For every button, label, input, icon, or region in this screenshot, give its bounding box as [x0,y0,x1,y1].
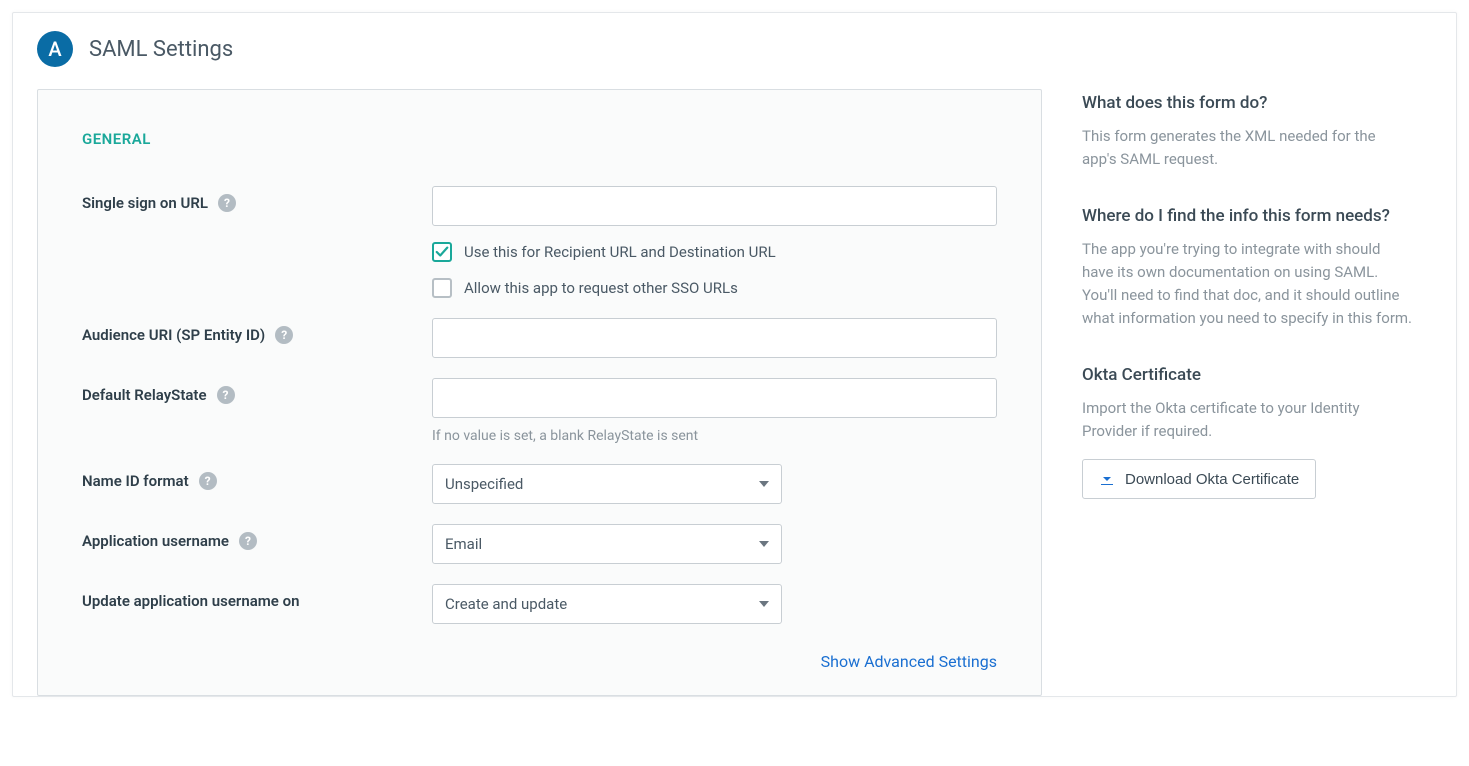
side-title-what: What does this form do? [1082,93,1412,113]
section-heading-general: GENERAL [82,130,997,148]
sidebar: What does this form do? This form genera… [1082,89,1432,533]
content: GENERAL Single sign on URL ? Use this fo… [13,89,1456,696]
side-block-what: What does this form do? This form genera… [1082,93,1412,172]
help-icon[interactable]: ? [218,194,236,212]
download-icon [1099,471,1115,487]
page-header: A SAML Settings [13,13,1456,89]
row-update-username-on: Update application username on Create an… [82,584,997,624]
row-audience-uri: Audience URI (SP Entity ID) ? [82,318,997,358]
advanced-link-row: Show Advanced Settings [82,652,997,671]
side-block-cert: Okta Certificate Import the Okta certifi… [1082,365,1412,500]
side-text-cert: Import the Okta certificate to your Iden… [1082,397,1412,444]
side-text-where: The app you're trying to integrate with … [1082,238,1412,331]
select-app-username[interactable]: Email [432,524,782,564]
select-value-name-id: Unspecified [445,475,523,493]
show-advanced-settings-link[interactable]: Show Advanced Settings [821,652,997,671]
label-app-username: Application username [82,532,229,550]
input-audience-uri[interactable] [432,318,997,358]
side-text-what: This form generates the XML needed for t… [1082,125,1412,172]
label-name-id-format: Name ID format [82,472,189,490]
help-icon[interactable]: ? [199,472,217,490]
select-name-id-format[interactable]: Unspecified [432,464,782,504]
caret-down-icon [759,481,769,487]
checkbox-row-other-sso: Allow this app to request other SSO URLs [432,278,997,298]
help-icon[interactable]: ? [239,532,257,550]
hint-relay-state: If no value is set, a blank RelayState i… [432,428,997,444]
caret-down-icon [759,541,769,547]
page-title: SAML Settings [89,37,233,62]
help-icon[interactable]: ? [217,386,235,404]
input-sso-url[interactable] [432,186,997,226]
form-card: GENERAL Single sign on URL ? Use this fo… [37,89,1042,696]
row-sso-url: Single sign on URL ? Use this for Recipi… [82,186,997,298]
download-okta-cert-button[interactable]: Download Okta Certificate [1082,459,1316,499]
row-app-username: Application username ? Email [82,524,997,564]
checkbox-row-recipient: Use this for Recipient URL and Destinati… [432,242,997,262]
checkbox-use-recipient[interactable] [432,242,452,262]
row-name-id-format: Name ID format ? Unspecified [82,464,997,504]
side-block-where: Where do I find the info this form needs… [1082,206,1412,331]
caret-down-icon [759,601,769,607]
input-relay-state[interactable] [432,378,997,418]
select-value-app-username: Email [445,535,482,553]
side-title-where: Where do I find the info this form needs… [1082,206,1412,226]
checkbox-label-recipient: Use this for Recipient URL and Destinati… [464,243,776,261]
row-relay-state: Default RelayState ? If no value is set,… [82,378,997,444]
label-audience-uri: Audience URI (SP Entity ID) [82,326,265,344]
checkbox-allow-other-sso[interactable] [432,278,452,298]
avatar: A [37,31,73,67]
side-title-cert: Okta Certificate [1082,365,1412,385]
page-container: A SAML Settings GENERAL Single sign on U… [12,12,1457,697]
select-update-username-on[interactable]: Create and update [432,584,782,624]
label-relay-state: Default RelayState [82,386,207,404]
download-btn-label: Download Okta Certificate [1125,471,1299,488]
help-icon[interactable]: ? [275,326,293,344]
select-value-update-username: Create and update [445,595,567,613]
label-sso-url: Single sign on URL [82,194,208,212]
label-update-username-on: Update application username on [82,592,299,610]
checkbox-label-other-sso: Allow this app to request other SSO URLs [464,279,738,297]
